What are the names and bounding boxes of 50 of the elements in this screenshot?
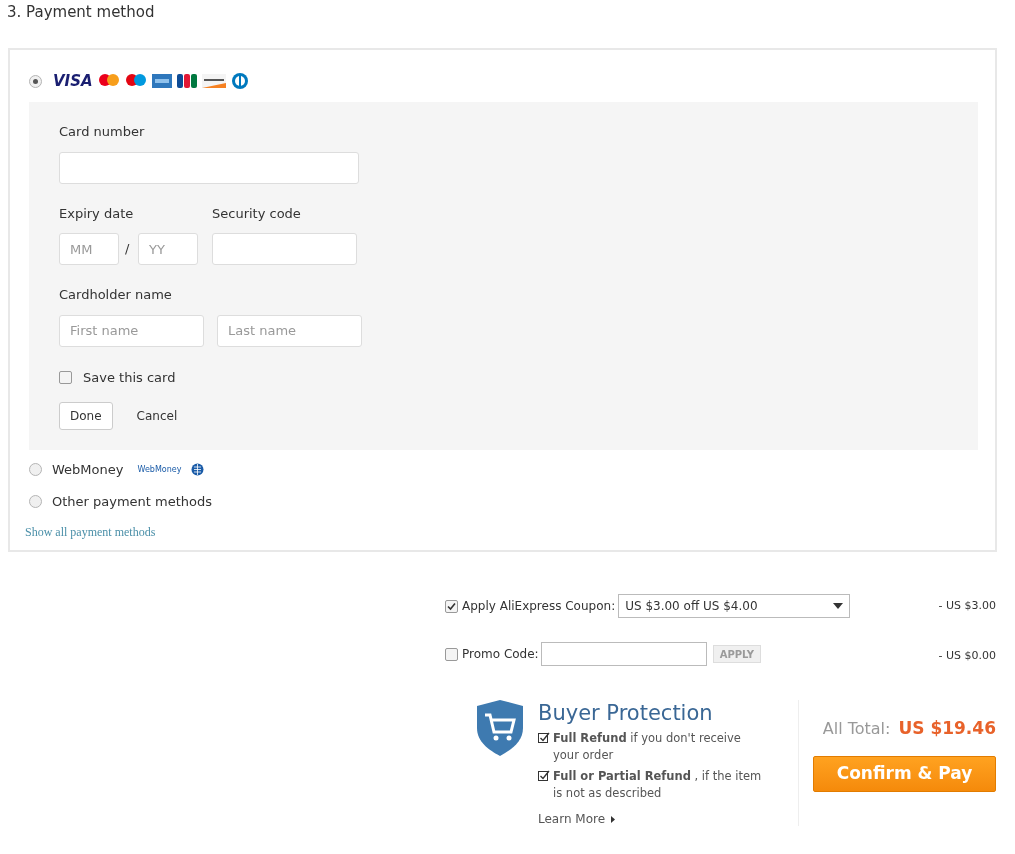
checkbox[interactable] [445,599,458,613]
promo-label: Promo Code: [462,646,539,663]
checkmark-icon [538,732,550,744]
card-logo: VISA [53,73,93,89]
field-label: Card number [59,123,146,141]
total-amount: US $19.46 [898,717,996,740]
radio-button[interactable] [29,74,42,88]
field-label: Cardholder name [59,286,173,304]
cancel-button[interactable]: Cancel [136,407,178,425]
field-label: Security code [212,204,302,223]
checkbox[interactable] [445,647,458,661]
learn-more-link[interactable]: Learn More [538,810,768,828]
globe-icon [191,463,205,477]
done-button[interactable]: Done [59,402,113,430]
total-label: All Total: [822,718,891,740]
checkbox[interactable] [59,370,72,384]
webmoney-logo: WebMoney [137,463,182,476]
mastercard-icon [97,73,120,89]
amex-icon [151,74,172,88]
show-all-link[interactable]: Show all payment methods [25,523,156,541]
last-name-field[interactable]: Last name [217,314,362,347]
security-code-field[interactable] [212,233,357,265]
coupon-select[interactable]: US $3.00 off US $4.00 [618,594,851,618]
dropdown-arrow-icon [833,603,844,609]
protection-title: Buyer Protection [538,700,714,726]
radio-button[interactable] [29,494,42,508]
shield-cart-icon [477,700,523,756]
maestro-icon [124,73,147,89]
field-label: Expiry date [59,204,135,223]
discount-amount: - US $3.00 [938,597,996,614]
radio-button[interactable] [29,463,42,477]
protection-point: Full Refund if you don't receive your order [553,730,742,764]
caret-icon [611,815,616,823]
checkbox-label: Save this card [83,368,176,387]
discover-icon [201,74,226,88]
month-field[interactable]: MM [59,233,119,265]
protection-point: Full or Partial Refund , if the item is not as described [553,768,763,802]
section-title: 3. Payment method [6,2,156,23]
checkmark-icon [538,770,550,782]
card-number-field[interactable] [59,151,359,184]
year-field[interactable]: YY [138,233,198,265]
separator: / [125,240,131,259]
first-name-field[interactable]: First name [59,314,204,347]
discount-amount: - US $0.00 [938,647,996,664]
coupon-label: Apply AliExpress Coupon: [462,598,616,615]
jcb-icon [176,74,197,88]
method-label: Other payment methods [52,492,213,511]
method-label: WebMoney [52,461,124,479]
diners-icon [230,72,249,90]
promo-code-field[interactable] [540,642,707,666]
